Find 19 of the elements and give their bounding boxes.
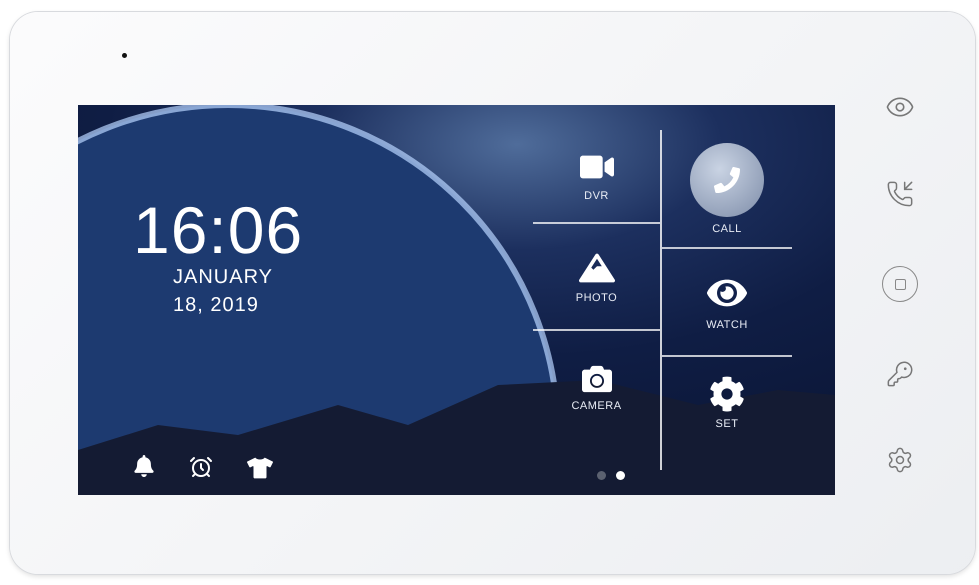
bell-icon[interactable] — [133, 455, 155, 477]
key-icon[interactable] — [886, 360, 914, 388]
date-text: 18, 2019 — [173, 293, 260, 318]
alarm-clock-icon[interactable] — [189, 455, 213, 479]
menu-tile[interactable]: CAMERA — [533, 331, 660, 444]
menu-tile[interactable]: SET — [662, 357, 792, 449]
t-shirt-icon[interactable] — [247, 455, 273, 481]
settings-icon[interactable] — [886, 446, 914, 474]
clock-time: 16:06 — [133, 197, 304, 263]
home-button[interactable] — [882, 266, 918, 302]
phone-icon[interactable] — [886, 180, 914, 208]
camera-icon — [582, 364, 612, 394]
menu-tile[interactable]: PHOTO — [533, 224, 660, 331]
camera-lens — [122, 53, 127, 58]
menu-tile[interactable]: CALL — [662, 130, 792, 249]
date-text: JANUARY — [173, 265, 274, 290]
settings-icon — [709, 376, 745, 412]
menu-tile[interactable]: WATCH — [662, 249, 792, 357]
menu-tile[interactable]: DVR — [533, 130, 660, 224]
